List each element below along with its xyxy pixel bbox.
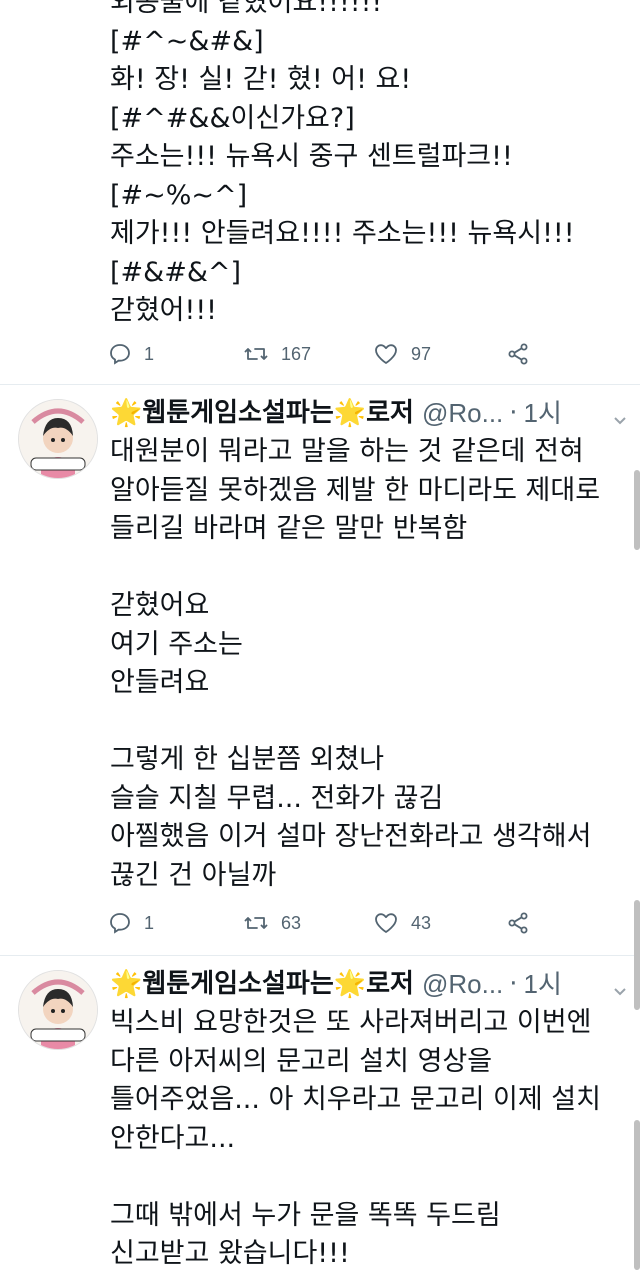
separator-dot: · <box>509 398 518 428</box>
tweet-0-line: [#~%~^] <box>110 179 248 211</box>
tweet-1[interactable]: 🌟 웹툰게임소설파는 🌟 로저 @Ro... · 1시 대원분이 뭐라고 말을 … <box>0 385 640 953</box>
tweet-0-line: 제가!!! 안들려요!!!! 주소는!!! 뉴욕시!!! <box>110 218 575 249</box>
tweet-2-header: 🌟 웹툰게임소설파는 🌟 로저 @Ro... · 1시 <box>110 964 635 1004</box>
tweet-0-line: 갇혔어!!! <box>110 295 217 326</box>
timestamp[interactable]: 1시 <box>524 393 562 433</box>
tweet-0-line: [#^#&&이신가요?] <box>110 102 355 134</box>
scrollbar-thumb[interactable] <box>634 1120 640 1270</box>
display-name-suffix[interactable]: 로저 <box>366 964 414 1004</box>
like-count: 43 <box>411 912 432 933</box>
reply-icon <box>110 344 130 365</box>
avatar[interactable] <box>18 399 98 479</box>
tweet-0-line: [#^~&#&] <box>110 25 264 57</box>
retweet-icon <box>244 917 268 929</box>
tweet-1-actions: 1 63 43 <box>108 905 628 941</box>
retweet-button[interactable]: 167 <box>243 336 311 372</box>
user-handle[interactable]: @Ro... <box>422 964 503 1004</box>
reply-count: 1 <box>144 343 155 364</box>
star-icon: 🌟 <box>333 969 367 999</box>
tweet-0-actions: 1 167 97 <box>108 336 628 372</box>
star-icon: 🌟 <box>110 398 143 428</box>
separator-dot: · <box>509 969 518 999</box>
tweet-0-text: 외동물에 같혔어요!!!!!! [#^~&#&] 화! 장! 실! 갇! 혔! … <box>110 0 630 331</box>
display-name-suffix[interactable]: 로저 <box>366 393 414 433</box>
tweet-2-text: 빅스비 요망한것은 또 사라져버리고 이번엔 다른 아저씨의 문고리 설치 영상… <box>110 1007 601 1269</box>
display-name[interactable]: 웹툰게임소설파는 <box>142 964 333 1004</box>
tweet-0-line: 주소는!!! 뉴욕시 중구 센트럴파크!! <box>110 141 513 172</box>
avatar[interactable] <box>18 970 98 1050</box>
timestamp[interactable]: 1시 <box>524 964 562 1004</box>
retweet-count: 167 <box>281 343 312 364</box>
avatar-icon <box>19 971 97 1049</box>
avatar-icon <box>19 400 97 478</box>
star-icon: 🌟 <box>110 969 143 999</box>
like-button[interactable]: 97 <box>373 336 431 372</box>
tweet-2[interactable]: 🌟 웹툰게임소설파는 🌟 로저 @Ro... · 1시 빅스비 요망한것은 또 … <box>0 956 640 1280</box>
reply-icon <box>110 913 130 934</box>
tweet-0-line: 외동물에 같혔어요!!!!!! <box>110 0 383 18</box>
scrollbar-thumb[interactable] <box>634 470 640 550</box>
user-handle[interactable]: @Ro... <box>422 393 503 433</box>
tweet-0-line: [#&#&^] <box>110 256 242 288</box>
display-name[interactable]: 웹툰게임소설파는 <box>142 393 333 433</box>
tweet-0-line: 화! 장! 실! 갇! 혔! 어! 요! <box>110 64 412 95</box>
reply-button[interactable]: 1 <box>108 336 154 372</box>
share-button[interactable] <box>506 905 530 941</box>
tweet-1-header: 🌟 웹툰게임소설파는 🌟 로저 @Ro... · 1시 <box>110 393 635 433</box>
scrollbar-thumb[interactable] <box>634 900 640 1010</box>
star-icon: 🌟 <box>333 398 367 428</box>
retweet-count: 63 <box>281 912 302 933</box>
share-icon <box>508 343 528 365</box>
like-button[interactable]: 43 <box>373 905 431 941</box>
like-count: 97 <box>411 343 432 364</box>
reply-button[interactable]: 1 <box>108 905 154 941</box>
retweet-icon <box>244 348 268 360</box>
heart-icon <box>375 913 397 933</box>
share-icon <box>508 912 528 934</box>
tweet-1-text: 대원분이 뭐라고 말을 하는 것 같은데 전혀 알아듣질 못하겠음 제발 한 마… <box>110 436 601 891</box>
share-button[interactable] <box>506 336 530 372</box>
heart-icon <box>375 344 397 364</box>
reply-count: 1 <box>144 912 155 933</box>
retweet-button[interactable]: 63 <box>243 905 301 941</box>
